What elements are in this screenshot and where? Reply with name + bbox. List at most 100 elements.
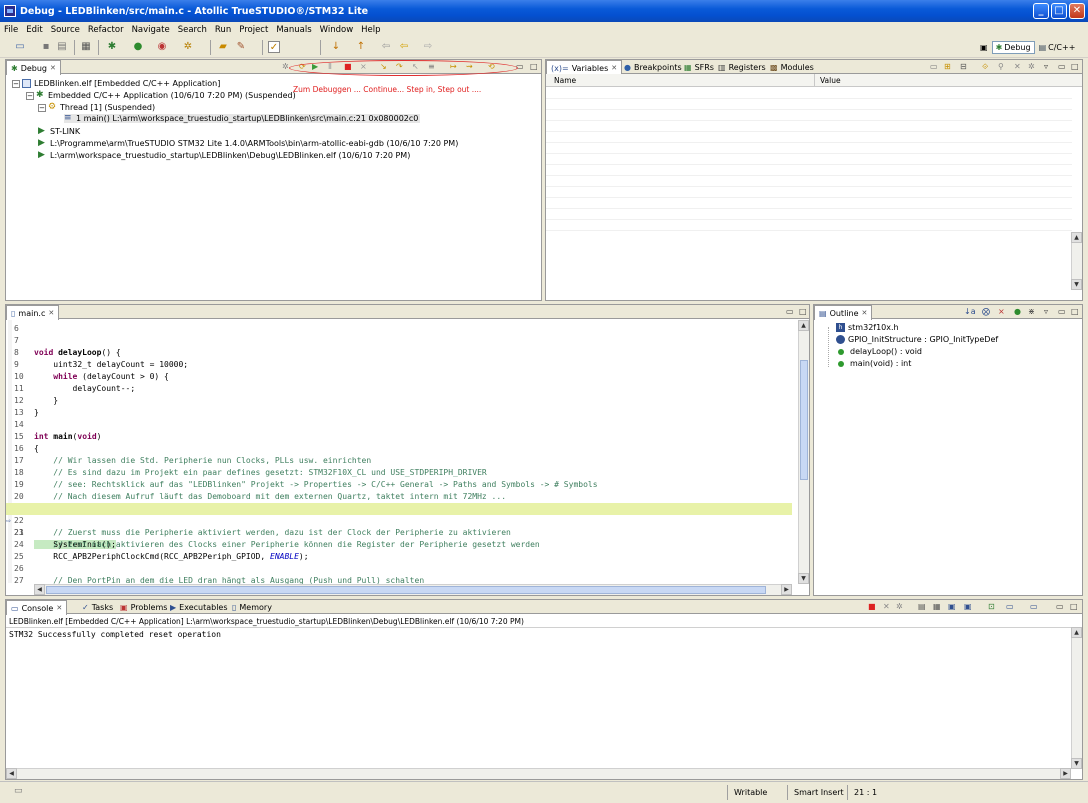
menu-help[interactable]: Help <box>361 25 380 35</box>
hide-fields-icon[interactable]: ⨂ <box>982 307 990 316</box>
maximize-button[interactable]: □ <box>1051 3 1067 19</box>
editor-horizontal-scrollbar[interactable]: ◀ ▶ <box>34 584 792 595</box>
minimize-view-icon[interactable]: ▭ <box>1058 307 1066 316</box>
scroll-thumb[interactable] <box>800 360 808 480</box>
tab-breakpoints[interactable]: ● Breakpoints <box>620 60 686 74</box>
editor-vertical-scrollbar[interactable]: ▲ ▼ <box>798 320 809 584</box>
external-tools-icon[interactable]: ◉ <box>156 41 168 53</box>
tree-item-session[interactable]: − ✱ Embedded C/C++ Application (10/6/10 7:… <box>26 91 296 100</box>
menu-manuals[interactable]: Manuals <box>276 25 311 35</box>
tab-console[interactable]: ▭ Console ✕ <box>6 600 68 615</box>
scroll-down-icon[interactable]: ▼ <box>1071 279 1082 290</box>
scroll-right-icon[interactable]: ▶ <box>781 584 792 595</box>
tab-debug[interactable]: ✱ Debug ✕ <box>6 60 61 75</box>
scroll-right-icon[interactable]: ▶ <box>1060 768 1071 779</box>
perspective-cpp[interactable]: ▤ C/C++ <box>1035 41 1080 54</box>
terminate-icon[interactable]: ■ <box>868 602 876 611</box>
minimize-button[interactable]: _ <box>1033 3 1049 19</box>
remove-terminated-icon[interactable]: ✲ <box>282 62 289 71</box>
menu-project[interactable]: Project <box>239 25 268 35</box>
maximize-view-icon[interactable]: □ <box>799 307 807 316</box>
remove-all-icon[interactable]: ✲ <box>1028 62 1035 71</box>
perspective-debug[interactable]: ✱ Debug <box>991 40 1035 54</box>
display-console-icon[interactable]: ▭ <box>1006 602 1014 611</box>
tab-tasks[interactable]: ✓ Tasks <box>78 600 117 614</box>
menu-file[interactable]: File <box>4 25 18 35</box>
clear-console-icon[interactable]: ▤ <box>918 602 926 611</box>
gear-icon[interactable]: ✲ <box>182 41 194 53</box>
scroll-left-icon[interactable]: ◀ <box>6 768 17 779</box>
view-menu-icon[interactable]: ▿ <box>1044 62 1048 71</box>
tree-item-stack-frame[interactable]: ≡ 1 main() L:\arm\workspace_truestudio_st… <box>64 114 421 123</box>
tree-item-elf[interactable]: ▶ L:\arm\workspace_truestudio_startup\LED… <box>38 151 410 161</box>
minimize-view-icon[interactable]: ▭ <box>1056 602 1064 611</box>
tab-modules[interactable]: ▩ Modules <box>766 60 818 74</box>
console-vertical-scrollbar[interactable]: ▲ ▼ <box>1071 627 1082 769</box>
save-icon[interactable]: ▪ <box>40 41 52 53</box>
minimize-view-icon[interactable]: ▭ <box>1058 62 1066 71</box>
pin-console-icon[interactable]: ⊡ <box>988 602 995 611</box>
column-value[interactable]: Value <box>820 76 841 85</box>
maximize-view-icon[interactable]: □ <box>1071 62 1079 71</box>
close-icon[interactable]: ✕ <box>611 64 617 72</box>
collapse-all-icon[interactable]: ⊟ <box>960 62 967 71</box>
tab-problems[interactable]: ▣ Problems <box>116 600 171 614</box>
maximize-view-icon[interactable]: □ <box>530 62 538 71</box>
show-type-names-icon[interactable]: ▭ <box>930 62 938 71</box>
print-icon[interactable]: ▤ <box>56 41 68 53</box>
close-icon[interactable]: ✕ <box>48 309 54 317</box>
console-output[interactable]: STM32 Successfully completed reset opera… <box>9 630 221 639</box>
toggle-mark-icon[interactable]: ✓ <box>268 41 280 53</box>
hide-static-icon[interactable]: ⨯ <box>998 307 1005 316</box>
remove-icon[interactable]: ✕ <box>1014 62 1021 71</box>
remove-all-terminated-icon[interactable]: ✲ <box>896 602 903 611</box>
minimize-view-icon[interactable]: ▭ <box>786 307 794 316</box>
collapse-icon[interactable]: − <box>12 79 20 88</box>
forward-icon[interactable]: ⇨ <box>422 41 434 53</box>
menu-refactor[interactable]: Refactor <box>88 25 124 35</box>
show-on-stderr-icon[interactable]: ▣ <box>964 602 972 611</box>
fast-view-icon[interactable]: ▭ <box>14 786 23 796</box>
tab-memory[interactable]: ▯ Memory <box>228 600 276 614</box>
prev-annotation-icon[interactable]: ↑ <box>355 41 367 53</box>
menu-navigate[interactable]: Navigate <box>132 25 170 35</box>
last-edit-icon[interactable]: ⇦ <box>380 41 392 53</box>
tree-item-launch[interactable]: − LEDBlinken.elf [Embedded C/C++ Applicat… <box>12 79 220 88</box>
menu-window[interactable]: Window <box>320 25 354 35</box>
sort-icon[interactable]: ↓a <box>964 307 976 316</box>
scroll-up-icon[interactable]: ▲ <box>798 320 809 331</box>
close-button[interactable]: ✕ <box>1069 3 1085 19</box>
add-global-icon[interactable]: ⚲ <box>998 62 1004 71</box>
menu-search[interactable]: Search <box>178 25 207 35</box>
console-horizontal-scrollbar[interactable]: ◀ ▶ <box>6 768 1071 779</box>
show-on-stdout-icon[interactable]: ▣ <box>948 602 956 611</box>
variables-scrollbar[interactable]: ▲ ▼ <box>1071 232 1082 290</box>
tab-executables[interactable]: ▶ Executables <box>166 600 232 614</box>
maximize-view-icon[interactable]: □ <box>1070 602 1078 611</box>
code-editor[interactable]: 6 7 8 void delayLoop() { 9 uint32_t delay… <box>6 320 792 585</box>
scroll-down-icon[interactable]: ▼ <box>798 573 809 584</box>
collapse-icon[interactable]: − <box>26 91 34 100</box>
maximize-view-icon[interactable]: □ <box>1071 307 1079 316</box>
menu-edit[interactable]: Edit <box>26 25 42 35</box>
tab-main-c[interactable]: ▯ main.c ✕ <box>6 305 60 320</box>
open-console-icon[interactable]: ▭ <box>1030 602 1038 611</box>
back-icon[interactable]: ⇦ <box>398 41 410 53</box>
open-perspective-icon[interactable]: ▣ <box>976 41 992 54</box>
hide-macros-icon[interactable]: ⋇ <box>1028 307 1035 316</box>
menu-source[interactable]: Source <box>51 25 80 35</box>
outline-item-main[interactable]: main(void) : int <box>838 359 911 368</box>
tree-item-thread[interactable]: − ⚙ Thread [1] (Suspended) <box>38 103 155 112</box>
column-name[interactable]: Name <box>554 76 576 85</box>
run-icon[interactable]: ● <box>132 41 144 53</box>
tab-sfrs[interactable]: ▦ SFRs <box>680 60 718 74</box>
debug-icon[interactable]: ✱ <box>106 41 118 53</box>
scroll-up-icon[interactable]: ▲ <box>1071 627 1082 638</box>
open-folder-icon[interactable]: ▰ <box>217 41 229 53</box>
next-annotation-icon[interactable]: ↓ <box>330 41 342 53</box>
tree-item-gdb[interactable]: ▶ L:\Programme\arm\TrueSTUDIO STM32 Lite … <box>38 139 458 149</box>
menu-run[interactable]: Run <box>215 25 231 35</box>
close-icon[interactable]: ✕ <box>56 604 62 612</box>
collapse-icon[interactable]: − <box>38 103 46 112</box>
hide-nonpublic-icon[interactable]: ● <box>1014 307 1021 316</box>
